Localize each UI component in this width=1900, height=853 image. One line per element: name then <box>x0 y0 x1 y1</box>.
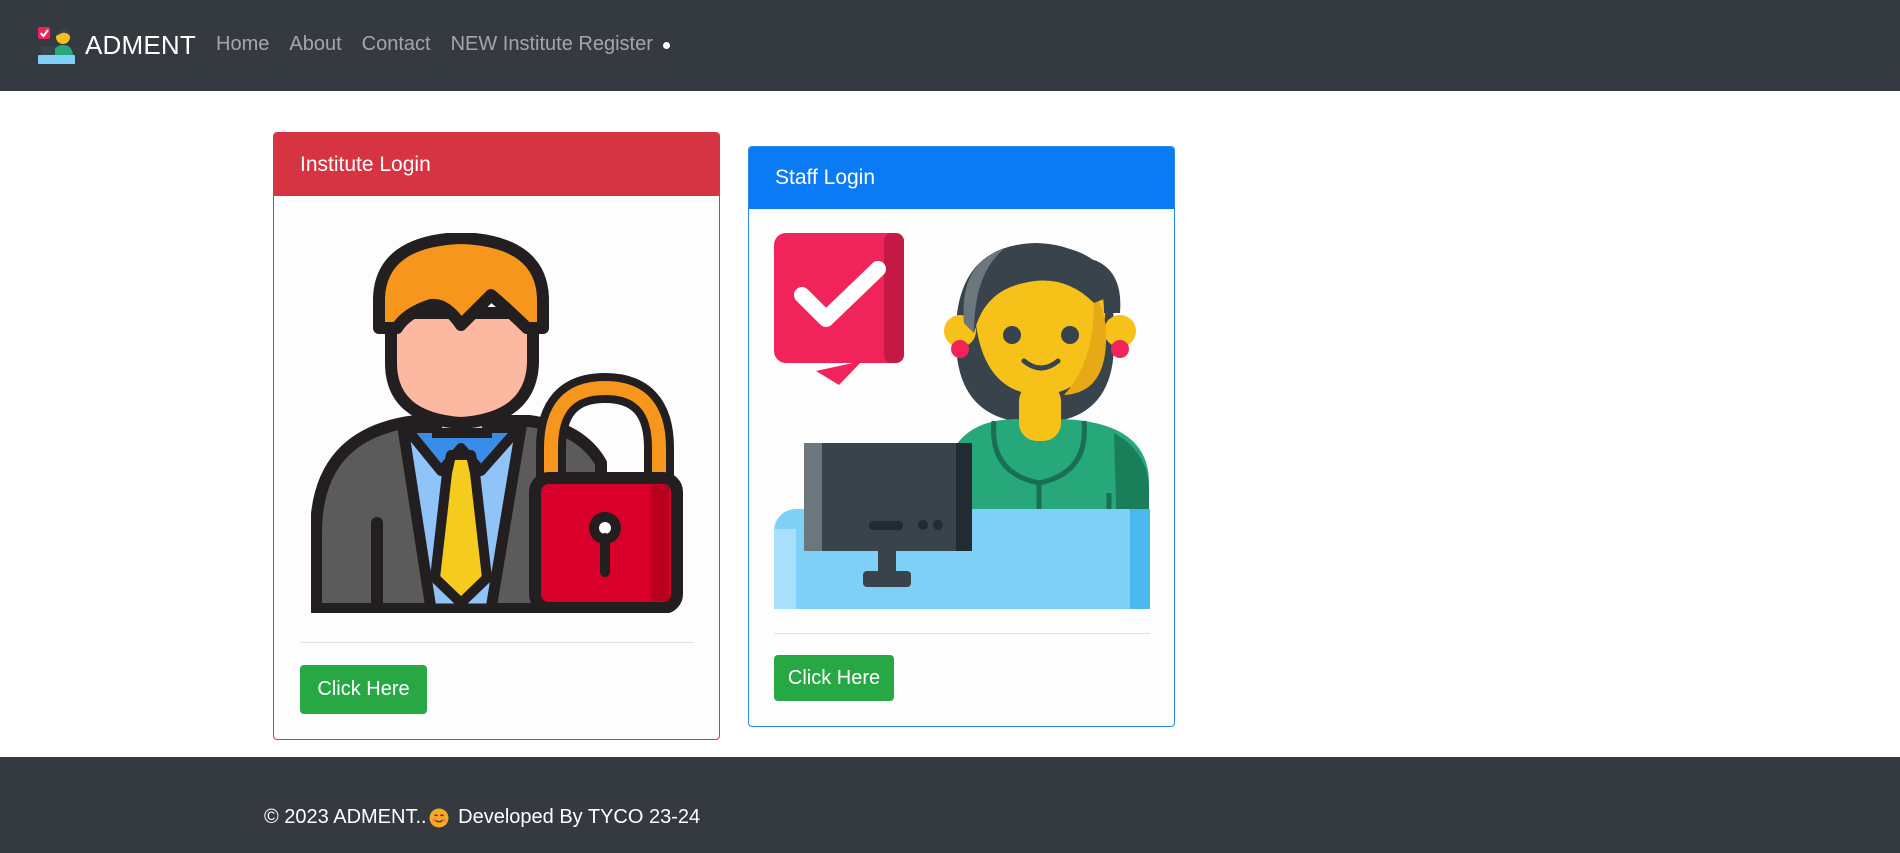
footer-copyright: © 2023 ADMENT.. Developed By TYCO 23-24 <box>264 806 700 829</box>
dot-icon <box>662 42 670 49</box>
businessman-with-padlock-icon <box>311 233 683 613</box>
footer-suffix: Developed By TYCO 23-24 <box>452 806 701 828</box>
staff-login-button[interactable]: Click Here <box>774 655 894 701</box>
brand[interactable]: ADMENT <box>36 25 196 65</box>
staff-login-card: Staff Login Click Here <box>748 146 1175 727</box>
institute-login-header: Institute Login <box>274 133 719 196</box>
nav-contact-link[interactable]: Contact <box>362 33 431 56</box>
institute-login-card: Institute Login Click Here <box>273 132 720 740</box>
staff-woman-at-computer-icon <box>774 233 1150 609</box>
nav-about-link[interactable]: About <box>289 33 341 56</box>
card-divider <box>300 642 694 643</box>
institute-login-button[interactable]: Click Here <box>300 665 427 714</box>
office-worker-icon <box>38 27 75 64</box>
staff-login-header: Staff Login <box>749 147 1174 209</box>
footer-prefix: © 2023 ADMENT.. <box>264 806 427 828</box>
nav-links: Home About Contact NEW Institute Registe… <box>216 33 670 56</box>
brand-name: ADMENT <box>85 29 196 60</box>
nav-home-link[interactable]: Home <box>216 33 269 56</box>
footer: © 2023 ADMENT.. Developed By TYCO 23-24 <box>0 757 1900 853</box>
card-divider <box>774 633 1150 634</box>
smiley-icon <box>429 808 449 827</box>
navbar: ADMENT Home About Contact NEW Institute … <box>0 0 1900 91</box>
nav-register-link[interactable]: NEW Institute Register <box>451 33 653 56</box>
